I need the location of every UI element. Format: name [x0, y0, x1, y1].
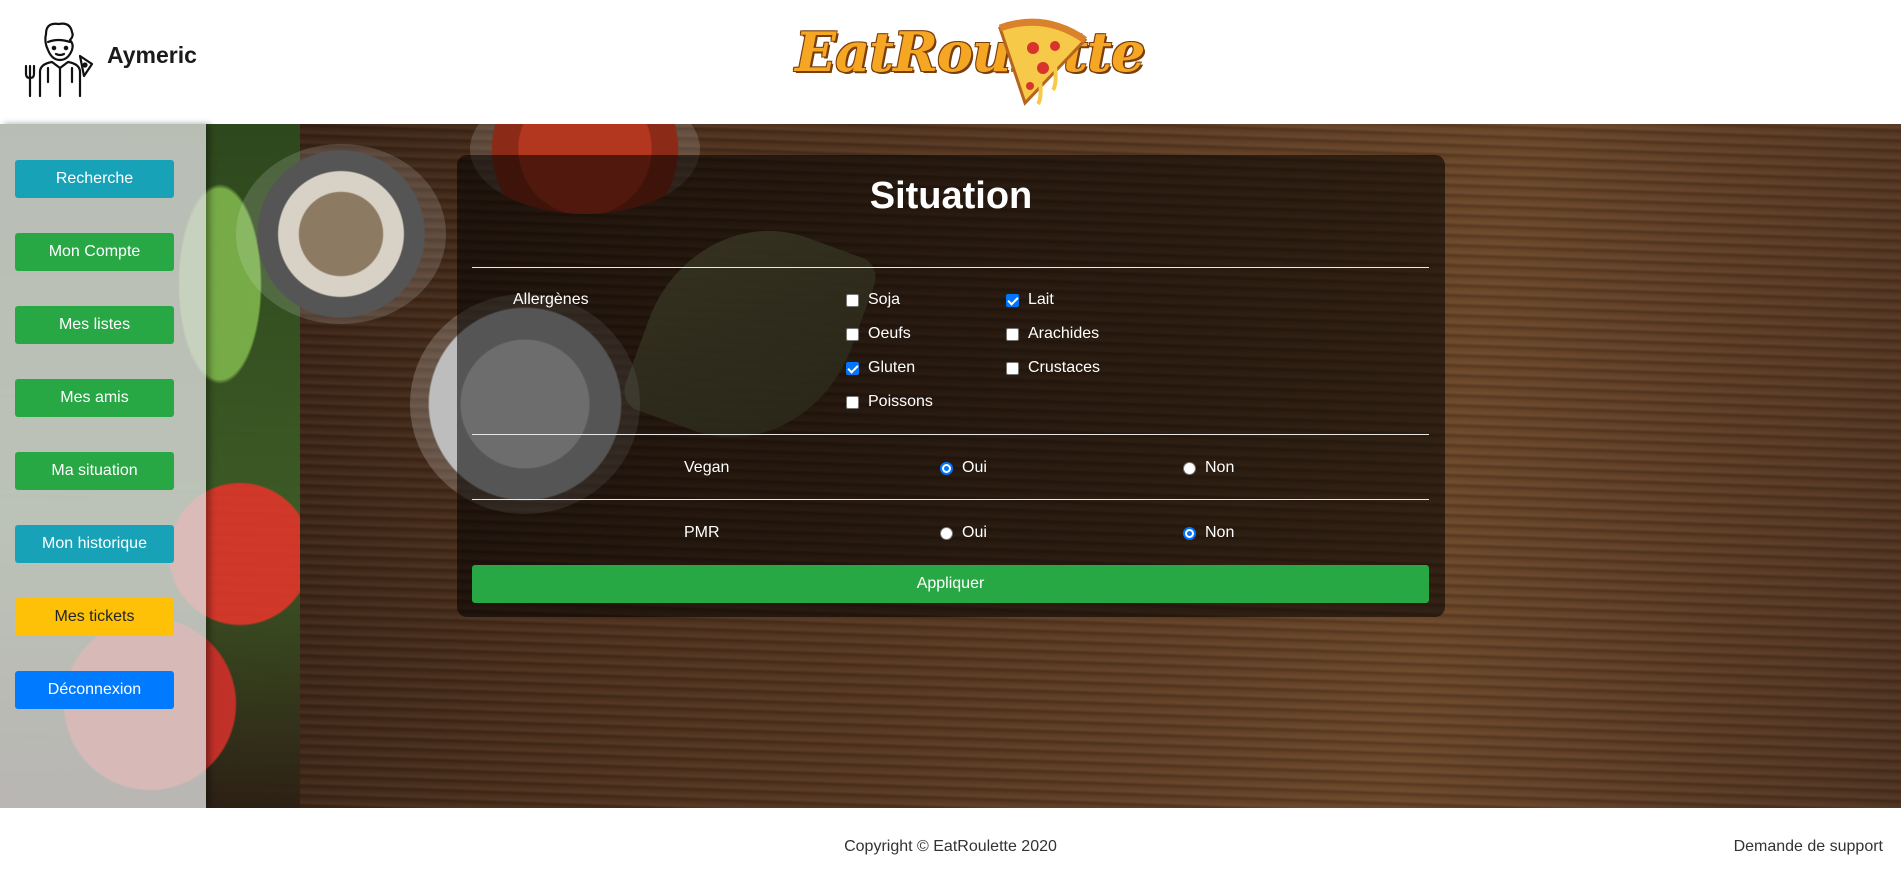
username: Aymeric	[107, 42, 197, 68]
pmr-option-oui[interactable]: Oui	[940, 524, 987, 542]
option-label: Gluten	[868, 359, 916, 376]
allergens-label: Allergènes	[513, 291, 589, 308]
allergen-option-oeufs[interactable]: Oeufs	[846, 325, 911, 343]
vegan-option-oui[interactable]: Oui	[940, 459, 987, 477]
sidebar-item-mes-amis[interactable]: Mes amis	[15, 379, 174, 417]
allergen-option-gluten[interactable]: Gluten	[846, 359, 915, 377]
option-label: Oeufs	[868, 325, 911, 342]
option-label: Soja	[868, 291, 901, 308]
checkbox[interactable]	[1006, 361, 1019, 375]
eatroulette-logo[interactable]: EatRoulette	[795, 14, 1145, 112]
option-label: Arachides	[1028, 325, 1100, 342]
sidebar-item-recherche[interactable]: Recherche	[15, 160, 174, 198]
allergen-option-arachides[interactable]: Arachides	[1006, 325, 1099, 343]
pizza-logo-icon	[998, 18, 1088, 106]
divider	[472, 267, 1429, 268]
sidebar: Recherche Mon Compte Mes listes Mes amis…	[0, 124, 206, 808]
sidebar-item-mes-listes[interactable]: Mes listes	[15, 306, 174, 344]
option-label: Poissons	[868, 393, 933, 410]
page-title: Situation	[869, 175, 1033, 217]
radio-button[interactable]	[940, 461, 953, 475]
checkbox[interactable]	[1006, 293, 1019, 307]
divider	[472, 434, 1429, 435]
allergen-option-poissons[interactable]: Poissons	[846, 393, 933, 411]
checkbox[interactable]	[1006, 327, 1019, 341]
header: Aymeric EatRoulette	[0, 0, 1901, 124]
radio-button[interactable]	[940, 526, 953, 540]
sidebar-item-ma-situation[interactable]: Ma situation	[15, 452, 174, 490]
checkbox[interactable]	[846, 361, 859, 375]
sidebar-item-mon-historique[interactable]: Mon historique	[15, 525, 174, 563]
sidebar-item-mes-tickets[interactable]: Mes tickets	[15, 598, 174, 636]
vegan-option-non[interactable]: Non	[1183, 459, 1234, 477]
radio-button[interactable]	[1183, 461, 1196, 475]
allergen-option-soja[interactable]: Soja	[846, 291, 900, 309]
situation-panel: Situation Allergènes Soja Lait Oeufs Ara…	[457, 155, 1445, 617]
option-label: Lait	[1028, 291, 1054, 308]
option-label: Non	[1205, 524, 1235, 541]
option-label: Oui	[962, 524, 987, 541]
sidebar-item-deconnexion[interactable]: Déconnexion	[15, 671, 174, 709]
checkbox[interactable]	[846, 395, 859, 409]
sidebar-item-mon-compte[interactable]: Mon Compte	[15, 233, 174, 271]
divider	[472, 499, 1429, 500]
footer: Copyright © EatRoulette 2020 Demande de …	[0, 808, 1901, 878]
peppercorn-jar	[236, 144, 446, 324]
copyright-text: Copyright © EatRoulette 2020	[844, 838, 1057, 855]
chef-avatar-icon	[22, 20, 96, 98]
option-label: Non	[1205, 459, 1235, 476]
allergen-option-crustaces[interactable]: Crustaces	[1006, 359, 1100, 377]
checkbox[interactable]	[846, 327, 859, 341]
logo-text: EatRoulette	[795, 20, 1145, 84]
checkbox[interactable]	[846, 293, 859, 307]
allergen-option-lait[interactable]: Lait	[1006, 291, 1054, 309]
radio-button[interactable]	[1183, 526, 1196, 540]
apply-button[interactable]: Appliquer	[472, 565, 1429, 603]
option-label: Crustaces	[1028, 359, 1101, 376]
pmr-option-non[interactable]: Non	[1183, 524, 1234, 542]
vegan-label: Vegan	[684, 459, 730, 476]
support-link[interactable]: Demande de support	[1734, 838, 1883, 856]
pmr-label: PMR	[684, 524, 720, 541]
option-label: Oui	[962, 459, 987, 476]
